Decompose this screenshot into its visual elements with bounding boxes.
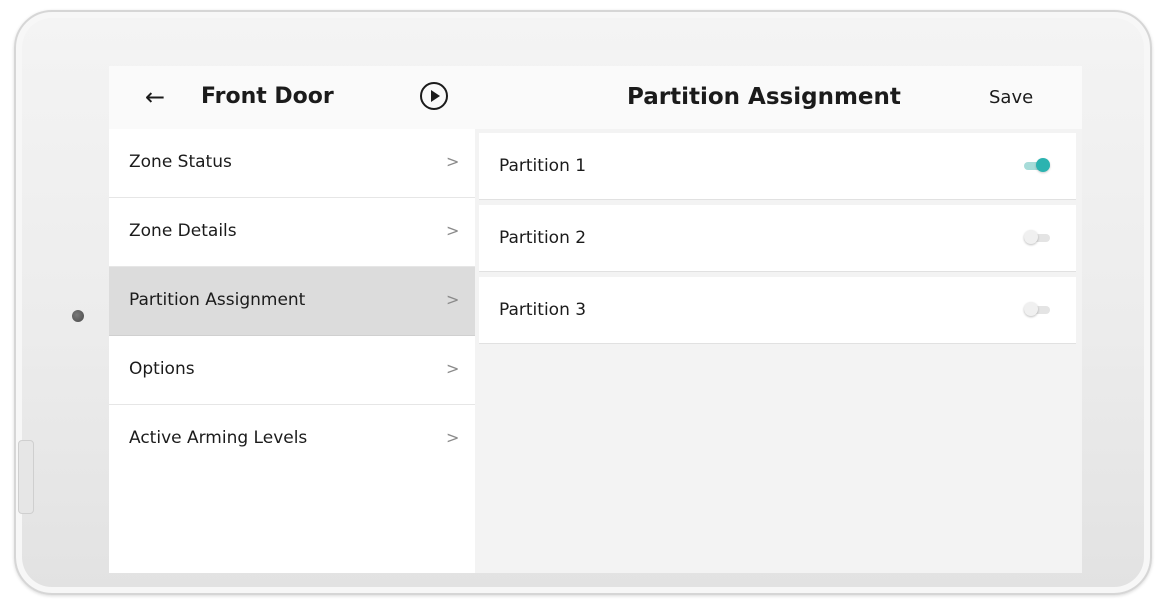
camera-lens bbox=[72, 310, 84, 322]
menu-item-label: Options bbox=[129, 359, 195, 379]
menu-item-partition-assignment[interactable]: Partition Assignment > bbox=[109, 267, 475, 336]
menu-item-label: Zone Details bbox=[129, 221, 237, 241]
toggle-thumb bbox=[1036, 158, 1050, 172]
partition-3-toggle[interactable] bbox=[1024, 302, 1050, 316]
menu-item-label: Partition Assignment bbox=[129, 290, 306, 310]
partition-row: Partition 2 bbox=[479, 205, 1076, 272]
save-button[interactable]: Save bbox=[989, 86, 1033, 110]
menu-item-label: Zone Status bbox=[129, 152, 232, 172]
menu-item-active-arming-levels[interactable]: Active Arming Levels > bbox=[109, 405, 475, 474]
back-arrow-icon[interactable]: ← bbox=[145, 82, 165, 112]
settings-menu: Zone Status > Zone Details > Partition A… bbox=[109, 129, 475, 573]
page-title: Partition Assignment bbox=[627, 84, 901, 110]
partition-row: Partition 1 bbox=[479, 133, 1076, 200]
screen: ← Front Door Partition Assignment Save Z… bbox=[109, 66, 1082, 573]
menu-item-zone-details[interactable]: Zone Details > bbox=[109, 198, 475, 267]
menu-item-label: Active Arming Levels bbox=[129, 428, 308, 448]
chevron-right-icon: > bbox=[446, 428, 460, 447]
chevron-right-icon: > bbox=[446, 221, 460, 240]
side-hardware-button[interactable] bbox=[18, 440, 34, 514]
toggle-thumb bbox=[1024, 302, 1038, 316]
chevron-right-icon: > bbox=[446, 359, 460, 378]
chevron-right-icon: > bbox=[446, 152, 460, 171]
menu-item-zone-status[interactable]: Zone Status > bbox=[109, 129, 475, 198]
top-bar: ← Front Door Partition Assignment Save bbox=[109, 66, 1082, 129]
partition-row: Partition 3 bbox=[479, 277, 1076, 344]
toggle-thumb bbox=[1024, 230, 1038, 244]
chevron-right-icon: > bbox=[446, 290, 460, 309]
partition-label: Partition 1 bbox=[499, 156, 587, 176]
partition-list: Partition 1 Partition 2 Partition 3 bbox=[475, 129, 1082, 573]
partition-label: Partition 2 bbox=[499, 228, 587, 248]
menu-item-options[interactable]: Options > bbox=[109, 336, 475, 405]
play-circle-icon[interactable] bbox=[420, 82, 448, 110]
zone-title: Front Door bbox=[201, 84, 334, 109]
partition-1-toggle[interactable] bbox=[1024, 158, 1050, 172]
partition-2-toggle[interactable] bbox=[1024, 230, 1050, 244]
partition-label: Partition 3 bbox=[499, 300, 587, 320]
